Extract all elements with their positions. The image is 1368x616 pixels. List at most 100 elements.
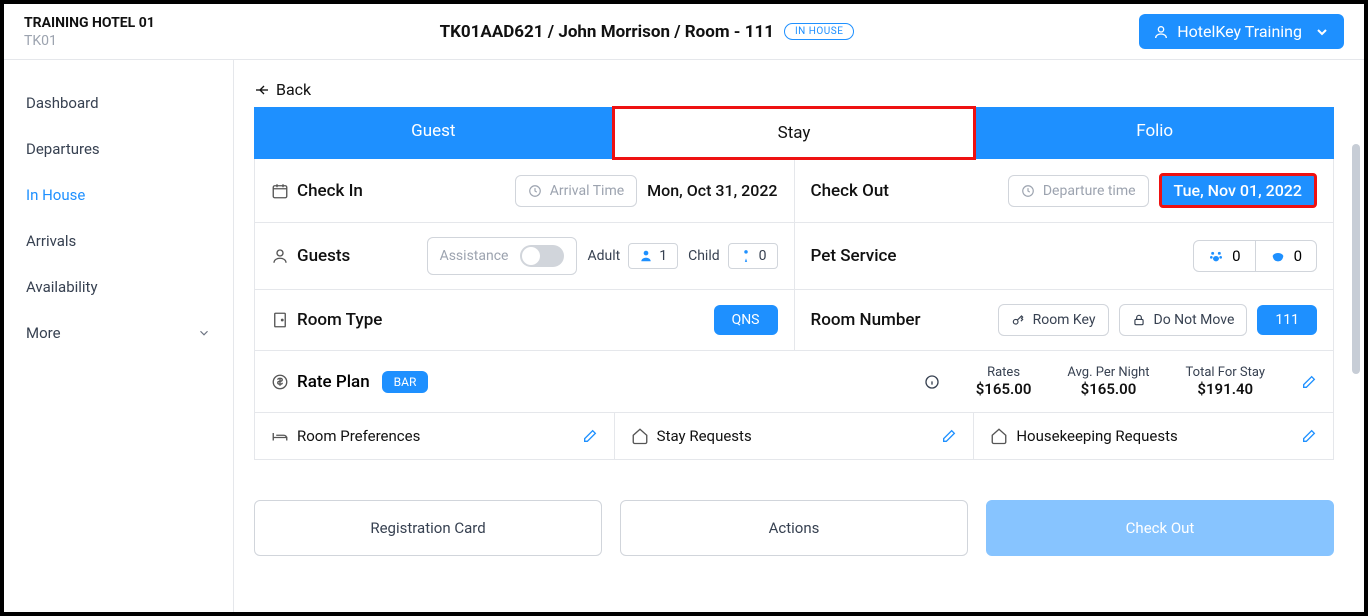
pet-counts: 0 0 xyxy=(1193,240,1317,272)
child-icon xyxy=(739,249,753,263)
preferences-row: Room Preferences Stay Requests Housekeep… xyxy=(255,413,1333,459)
sidebar: Dashboard Departures In House Arrivals A… xyxy=(4,60,234,612)
bed-icon xyxy=(271,427,289,445)
rates-value: $165.00 xyxy=(976,380,1032,398)
sidebar-item-departures[interactable]: Departures xyxy=(16,126,221,172)
assistance-toggle[interactable]: Assistance xyxy=(427,237,578,275)
checkin-date: Mon, Oct 31, 2022 xyxy=(647,181,777,200)
clock-icon xyxy=(1021,184,1035,198)
pet-cell: Pet Service 0 0 xyxy=(795,223,1334,290)
arrival-time-input[interactable]: Arrival Time xyxy=(515,175,637,207)
breadcrumb-wrap: TK01AAD621 / John Morrison / Room - 111 … xyxy=(155,22,1139,42)
room-key-label: Room Key xyxy=(1033,312,1096,328)
scrollbar[interactable] xyxy=(1352,144,1360,374)
rate-plan-value[interactable]: BAR xyxy=(382,371,429,393)
sidebar-item-availability[interactable]: Availability xyxy=(16,264,221,310)
housekeeping-cell: Housekeeping Requests xyxy=(974,413,1333,459)
sidebar-item-more[interactable]: More xyxy=(16,310,221,356)
chevron-down-icon xyxy=(1314,24,1330,40)
pet-service-label: Pet Service xyxy=(811,246,897,266)
avg-label: Avg. Per Night xyxy=(1067,365,1149,380)
checkout-label: Check Out xyxy=(811,181,889,201)
do-not-move-button[interactable]: Do Not Move xyxy=(1119,304,1248,336)
top-bar: TRAINING HOTEL 01 TK01 TK01AAD621 / John… xyxy=(4,4,1364,60)
assistance-label: Assistance xyxy=(440,248,509,264)
edit-icon[interactable] xyxy=(1301,428,1317,444)
registration-card-button[interactable]: Registration Card xyxy=(254,500,602,556)
do-not-move-label: Do Not Move xyxy=(1154,312,1235,328)
housekeeping-label: Housekeeping Requests xyxy=(1016,427,1177,445)
child-count-box[interactable]: 0 xyxy=(728,243,778,269)
departure-placeholder: Departure time xyxy=(1043,183,1136,199)
door-icon xyxy=(271,311,289,329)
user-icon xyxy=(1153,24,1169,40)
avg-value: $165.00 xyxy=(1067,380,1149,398)
pet-set-1[interactable]: 0 xyxy=(1194,241,1254,271)
back-label: Back xyxy=(276,80,311,99)
room-number-label: Room Number xyxy=(811,310,921,330)
paw-icon xyxy=(1208,248,1224,264)
info-icon[interactable] xyxy=(924,374,940,390)
hotel-name: TRAINING HOTEL 01 xyxy=(24,15,155,31)
pet-count-1: 0 xyxy=(1232,247,1240,265)
child-label: Child xyxy=(688,248,720,264)
adult-count-box[interactable]: 1 xyxy=(628,243,678,269)
edit-icon[interactable] xyxy=(941,428,957,444)
room-type-cell: Room Type QNS xyxy=(255,290,795,351)
hotel-info: TRAINING HOTEL 01 TK01 xyxy=(24,15,155,49)
room-number-cell: Room Number Room Key Do Not Move 111 xyxy=(795,290,1334,351)
rate-plan-row: Rate Plan BAR Rates $165.00 Avg. Per Nig… xyxy=(255,351,1333,413)
room-number-button[interactable]: 111 xyxy=(1257,305,1317,335)
checkin-label: Check In xyxy=(297,181,363,201)
person-icon xyxy=(271,247,289,265)
adult-icon xyxy=(639,249,653,263)
user-label: HotelKey Training xyxy=(1177,22,1302,41)
sidebar-item-arrivals[interactable]: Arrivals xyxy=(16,218,221,264)
rates-label: Rates xyxy=(976,365,1032,380)
stay-req-cell: Stay Requests xyxy=(615,413,975,459)
tab-stay[interactable]: Stay xyxy=(612,106,977,160)
rates-col: Rates $165.00 xyxy=(976,365,1032,398)
clock-icon xyxy=(528,184,542,198)
dog-icon xyxy=(1270,248,1286,264)
hotel-code: TK01 xyxy=(24,33,155,49)
pet-set-2[interactable]: 0 xyxy=(1255,241,1316,271)
sidebar-item-dashboard[interactable]: Dashboard xyxy=(16,80,221,126)
sidebar-more-label: More xyxy=(26,324,61,342)
tab-guest[interactable]: Guest xyxy=(254,107,613,159)
total-col: Total For Stay $191.40 xyxy=(1186,365,1265,398)
checkout-date[interactable]: Tue, Nov 01, 2022 xyxy=(1159,173,1317,208)
avg-col: Avg. Per Night $165.00 xyxy=(1067,365,1149,398)
tabs: Guest Stay Folio xyxy=(254,107,1334,159)
chevron-down-icon xyxy=(197,326,211,340)
breadcrumb: TK01AAD621 / John Morrison / Room - 111 xyxy=(440,22,774,42)
home-icon xyxy=(990,427,1008,445)
calendar-icon xyxy=(271,182,289,200)
room-pref-cell: Room Preferences xyxy=(255,413,615,459)
total-value: $191.40 xyxy=(1186,380,1265,398)
tab-folio[interactable]: Folio xyxy=(975,107,1334,159)
adult-group: Adult 1 xyxy=(587,243,678,269)
room-type-label: Room Type xyxy=(297,310,382,330)
main-panel: Back Guest Stay Folio Check In Arrival T… xyxy=(234,60,1364,612)
room-type-button[interactable]: QNS xyxy=(714,305,778,335)
status-badge: IN HOUSE xyxy=(784,23,854,40)
guests-label: Guests xyxy=(297,246,350,266)
child-group: Child 0 xyxy=(688,243,777,269)
arrival-placeholder: Arrival Time xyxy=(550,183,624,199)
checkout-cell: Check Out Departure time Tue, Nov 01, 20… xyxy=(795,159,1334,223)
adult-count: 1 xyxy=(659,248,667,264)
back-button[interactable]: Back xyxy=(254,80,1334,99)
edit-icon[interactable] xyxy=(582,428,598,444)
toggle-switch[interactable] xyxy=(520,245,564,267)
home-icon xyxy=(631,427,649,445)
departure-time-input[interactable]: Departure time xyxy=(1008,175,1149,207)
edit-icon[interactable] xyxy=(1301,374,1317,390)
rate-plan-label: Rate Plan xyxy=(297,372,370,392)
user-menu-button[interactable]: HotelKey Training xyxy=(1139,14,1344,49)
room-key-button[interactable]: Room Key xyxy=(998,304,1109,336)
sidebar-item-in-house[interactable]: In House xyxy=(16,172,221,218)
dollar-icon xyxy=(271,373,289,391)
checkout-button[interactable]: Check Out xyxy=(986,500,1334,556)
actions-button[interactable]: Actions xyxy=(620,500,968,556)
